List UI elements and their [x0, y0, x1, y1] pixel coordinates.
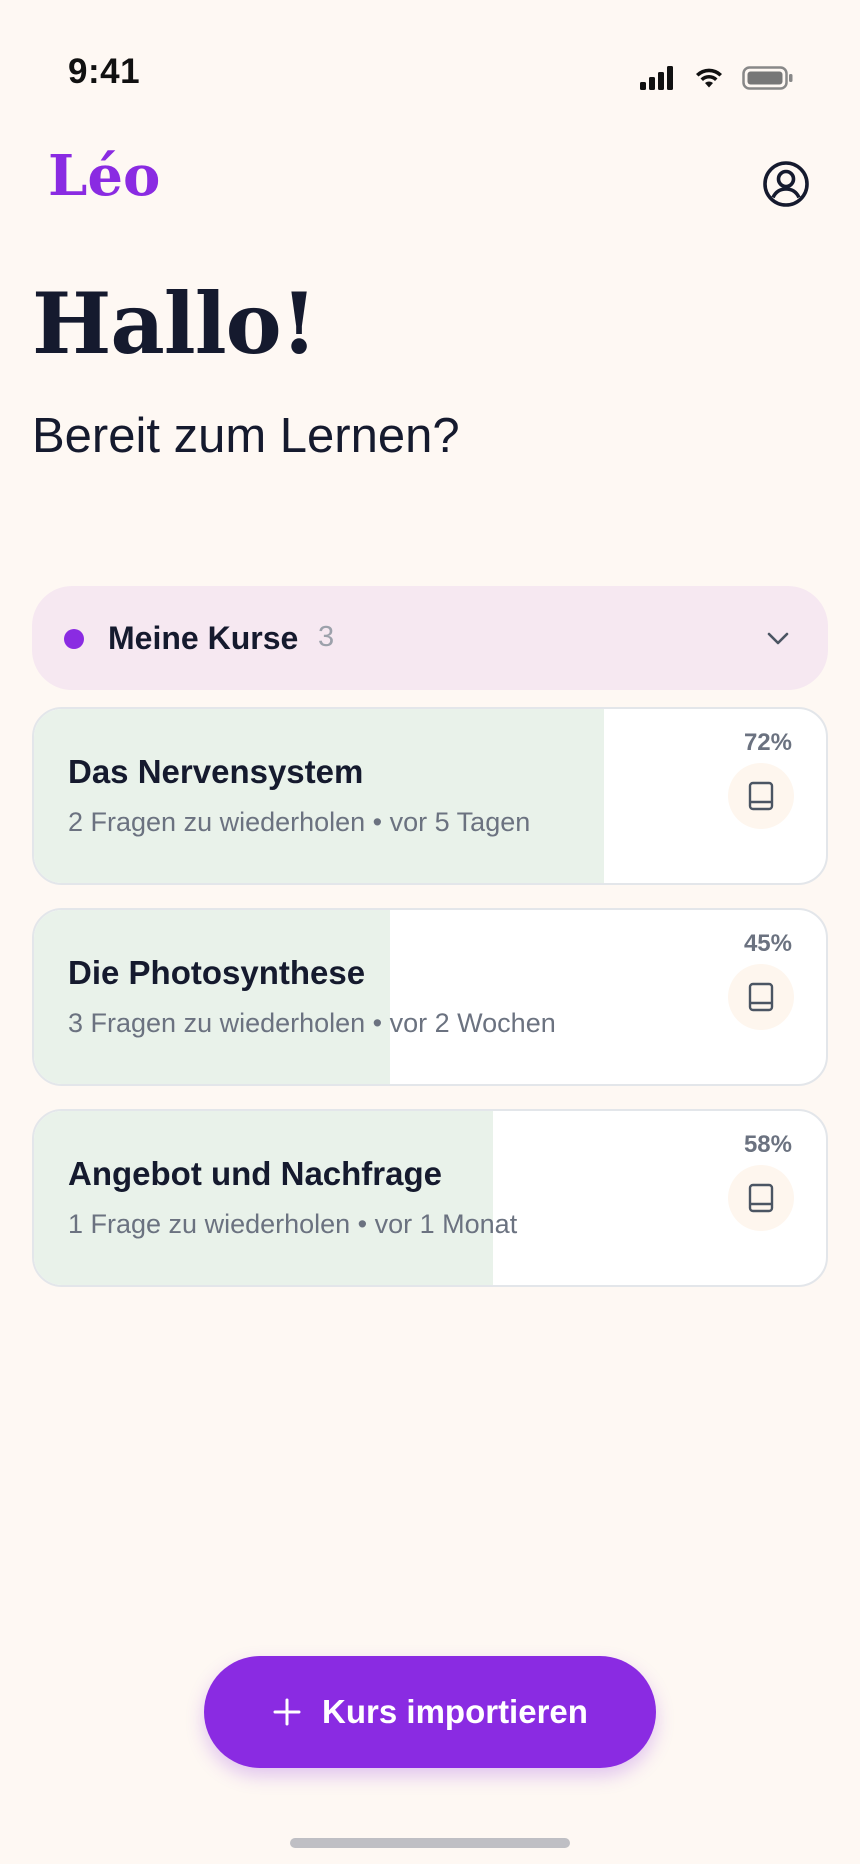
profile-button[interactable]	[762, 160, 810, 208]
book-icon	[748, 781, 774, 811]
course-meta: 1 Frage zu wiederholen • vor 1 Monat	[68, 1209, 518, 1239]
status-time: 9:41	[68, 52, 141, 91]
section-count: 3	[318, 621, 335, 653]
course-progress-fill	[34, 709, 605, 883]
course-card[interactable]: Die Photosynthese 3 Fragen zu wiederhole…	[32, 908, 828, 1086]
status-bar: 9:41	[0, 0, 860, 110]
import-course-label: Kurs importieren	[322, 1693, 588, 1730]
chevron-down-icon	[767, 632, 789, 645]
course-card[interactable]: Das Nervensystem 2 Fragen zu wiederholen…	[32, 707, 828, 885]
book-icon	[748, 1183, 774, 1213]
plus-icon	[273, 1698, 301, 1726]
greeting-subtitle: Bereit zum Lernen?	[32, 409, 460, 463]
course-icon-button[interactable]	[728, 763, 794, 829]
home-indicator	[290, 1838, 570, 1848]
cellular-signal-icon	[640, 66, 673, 90]
course-icon-button[interactable]	[728, 1165, 794, 1231]
app-logo: Léo	[48, 143, 161, 209]
wifi-icon	[696, 68, 722, 88]
course-progress-fill	[34, 1111, 494, 1285]
section-dot	[64, 629, 84, 649]
course-icon-button[interactable]	[728, 964, 794, 1030]
book-icon	[748, 982, 774, 1012]
courses-section-header[interactable]: Meine Kurse 3	[32, 586, 828, 690]
greeting-title: Hallo!	[32, 274, 318, 373]
course-progress-fill	[34, 910, 391, 1084]
battery-icon	[742, 66, 793, 90]
course-meta: 2 Fragen zu wiederholen • vor 5 Tagen	[68, 807, 531, 837]
course-title: Die Photosynthese	[68, 954, 366, 991]
course-percent: 72%	[743, 729, 792, 756]
course-meta: 3 Fragen zu wiederholen • vor 2 Wochen	[68, 1008, 556, 1038]
course-title: Angebot und Nachfrage	[68, 1155, 443, 1192]
import-course-button[interactable]: Kurs importieren	[204, 1656, 656, 1768]
course-percent: 45%	[743, 930, 792, 957]
user-circle-icon	[763, 161, 809, 207]
status-icons	[640, 66, 794, 90]
course-percent: 58%	[743, 1131, 792, 1158]
course-title: Das Nervensystem	[68, 753, 364, 790]
course-card[interactable]: Angebot und Nachfrage 1 Frage zu wiederh…	[32, 1109, 828, 1287]
section-title: Meine Kurse	[108, 620, 299, 656]
